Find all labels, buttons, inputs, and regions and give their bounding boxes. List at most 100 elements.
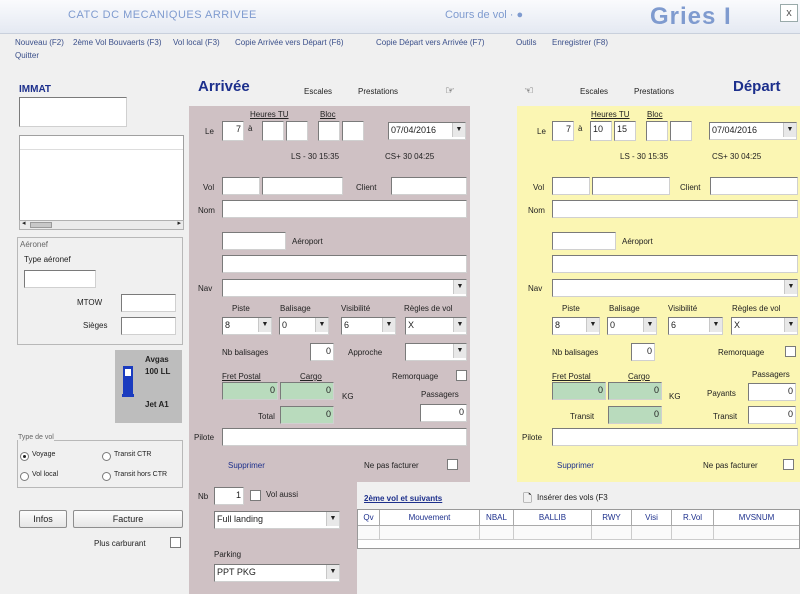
chevron-down-icon[interactable]: ▼ <box>382 318 395 332</box>
departure-hour-input[interactable]: 10 <box>590 121 612 141</box>
arrival-aeroport-name-input[interactable] <box>222 255 467 273</box>
arrival-fret-input[interactable]: 0 <box>222 382 278 400</box>
departure-transit-left-input[interactable]: 0 <box>608 406 662 424</box>
departure-payants-input[interactable]: 0 <box>748 383 796 401</box>
departure-piste-select[interactable]: 8 ▼ <box>552 317 600 335</box>
departure-bloc-hour-input[interactable] <box>646 121 668 141</box>
radio-transit-ctr[interactable] <box>102 452 111 461</box>
arrival-hour-input[interactable] <box>262 121 284 141</box>
departure-escales-tab[interactable]: Escales <box>580 87 608 96</box>
arrival-regles-select[interactable]: X ▼ <box>405 317 467 335</box>
chevron-down-icon[interactable]: ▼ <box>784 280 797 294</box>
menu-copie-dep-arr[interactable]: Copie Départ vers Arrivée (F7) <box>376 38 484 47</box>
grid-header-rwy[interactable]: RWY <box>592 510 632 526</box>
grid-cell[interactable] <box>514 526 592 540</box>
arrival-vol-prefix-input[interactable] <box>222 177 260 195</box>
menu-outils[interactable]: Outils <box>516 38 536 47</box>
grid-cell[interactable] <box>632 526 672 540</box>
departure-nb-balisages-input[interactable]: 0 <box>631 343 655 361</box>
menu-quitter[interactable]: Quitter <box>15 51 39 60</box>
arrival-total-input[interactable]: 0 <box>280 406 334 424</box>
departure-regles-select[interactable]: X ▼ <box>731 317 798 335</box>
menu-enregistrer[interactable]: Enregistrer (F8) <box>552 38 608 47</box>
aircraft-list[interactable] <box>19 135 184 230</box>
copy-to-departure-icon[interactable]: ☞ <box>445 84 455 97</box>
departure-vol-number-input[interactable] <box>592 177 670 195</box>
arrival-nom-input[interactable] <box>222 200 467 218</box>
departure-fret-input[interactable]: 0 <box>552 382 606 400</box>
chevron-down-icon[interactable]: ▼ <box>643 318 656 332</box>
radio-vol-local[interactable] <box>20 472 29 481</box>
arrival-aeroport-code-input[interactable] <box>222 232 286 250</box>
chevron-down-icon[interactable]: ▼ <box>586 318 599 332</box>
menu-2eme-vol[interactable]: 2ème Vol Bouvaerts (F3) <box>73 38 161 47</box>
menu-nouveau[interactable]: Nouveau (F2) <box>15 38 64 47</box>
arrival-ne-pas-facturer-checkbox[interactable] <box>447 459 458 470</box>
arrival-nb-balisages-input[interactable]: 0 <box>310 343 334 361</box>
departure-prestations-tab[interactable]: Prestations <box>634 87 674 96</box>
departure-transit-right-input[interactable]: 0 <box>748 406 796 424</box>
arrival-cargo-input[interactable]: 0 <box>280 382 334 400</box>
arrival-bloc-hour-input[interactable] <box>318 121 340 141</box>
arrival-vol-number-input[interactable] <box>262 177 343 195</box>
horizontal-scrollbar[interactable]: ◂ ▸ <box>19 220 184 230</box>
grid-header-mvsnum[interactable]: MVSNUM <box>714 510 799 526</box>
arrival-remorquage-checkbox[interactable] <box>456 370 467 381</box>
departure-minute-input[interactable]: 15 <box>614 121 636 141</box>
document-icon[interactable]: 🗋 <box>523 490 532 509</box>
departure-cargo-input[interactable]: 0 <box>608 382 662 400</box>
seats-input[interactable] <box>121 317 176 335</box>
plus-carburant-checkbox[interactable] <box>170 537 181 548</box>
chevron-down-icon[interactable]: ▼ <box>709 318 722 332</box>
arrival-supprimer-link[interactable]: Supprimer <box>228 461 265 470</box>
grid-cell[interactable] <box>358 526 380 540</box>
departure-day-input[interactable]: 7 <box>552 121 574 141</box>
grid-cell[interactable] <box>672 526 714 540</box>
chevron-down-icon[interactable]: ▼ <box>326 565 339 579</box>
parking-select[interactable]: PPT PKG ▼ <box>214 564 340 582</box>
nb-input[interactable]: 1 <box>214 487 244 505</box>
arrival-visibilite-select[interactable]: 6 ▼ <box>341 317 396 335</box>
departure-aeroport-name-input[interactable] <box>552 255 798 273</box>
arrival-pilote-input[interactable] <box>222 428 467 446</box>
grid-cell[interactable] <box>480 526 514 540</box>
scroll-left-icon[interactable]: ◂ <box>22 219 26 227</box>
arrival-approche-select[interactable]: ▼ <box>405 343 467 361</box>
copy-to-arrival-icon[interactable]: ☜ <box>524 84 534 97</box>
menu-vol-local[interactable]: Vol local (F3) <box>173 38 220 47</box>
departure-vol-prefix-input[interactable] <box>552 177 590 195</box>
close-button[interactable]: x <box>780 4 798 22</box>
departure-visibilite-select[interactable]: 6 ▼ <box>668 317 723 335</box>
arrival-passagers-input[interactable]: 0 <box>420 404 467 422</box>
departure-nom-input[interactable] <box>552 200 798 218</box>
radio-transit-hors-ctr[interactable] <box>102 472 111 481</box>
chevron-down-icon[interactable]: ▼ <box>783 123 796 137</box>
grid-header-mouvement[interactable]: Mouvement <box>380 510 480 526</box>
arrival-nav-select[interactable]: ▼ <box>222 279 467 297</box>
arrival-escales-tab[interactable]: Escales <box>304 87 332 96</box>
departure-bloc-minute-input[interactable] <box>670 121 692 141</box>
chevron-down-icon[interactable]: ▼ <box>453 280 466 294</box>
departure-date-picker[interactable]: 07/04/2016 ▼ <box>709 122 797 140</box>
scroll-right-icon[interactable]: ▸ <box>177 219 181 227</box>
departure-client-input[interactable] <box>710 177 798 195</box>
chevron-down-icon[interactable]: ▼ <box>258 318 271 332</box>
radio-voyage[interactable] <box>20 452 29 461</box>
arrival-minute-input[interactable] <box>286 121 308 141</box>
grid-header-visi[interactable]: Visi <box>632 510 672 526</box>
chevron-down-icon[interactable]: ▼ <box>326 512 339 526</box>
arrival-client-input[interactable] <box>391 177 467 195</box>
chevron-down-icon[interactable]: ▼ <box>452 123 465 137</box>
chevron-down-icon[interactable]: ▼ <box>453 344 466 358</box>
departure-pilote-input[interactable] <box>552 428 798 446</box>
arrival-date-picker[interactable]: 07/04/2016 ▼ <box>388 122 466 140</box>
chevron-down-icon[interactable]: ▼ <box>453 318 466 332</box>
arrival-balisage-select[interactable]: 0 ▼ <box>279 317 329 335</box>
arrival-prestations-tab[interactable]: Prestations <box>358 87 398 96</box>
menu-copie-arr-dep[interactable]: Copie Arrivée vers Départ (F6) <box>235 38 343 47</box>
scroll-thumb[interactable] <box>30 222 52 228</box>
aircraft-type-input[interactable] <box>24 270 96 288</box>
departure-nav-select[interactable]: ▼ <box>552 279 798 297</box>
grid-header-rvol[interactable]: R.Vol <box>672 510 714 526</box>
arrival-bloc-minute-input[interactable] <box>342 121 364 141</box>
